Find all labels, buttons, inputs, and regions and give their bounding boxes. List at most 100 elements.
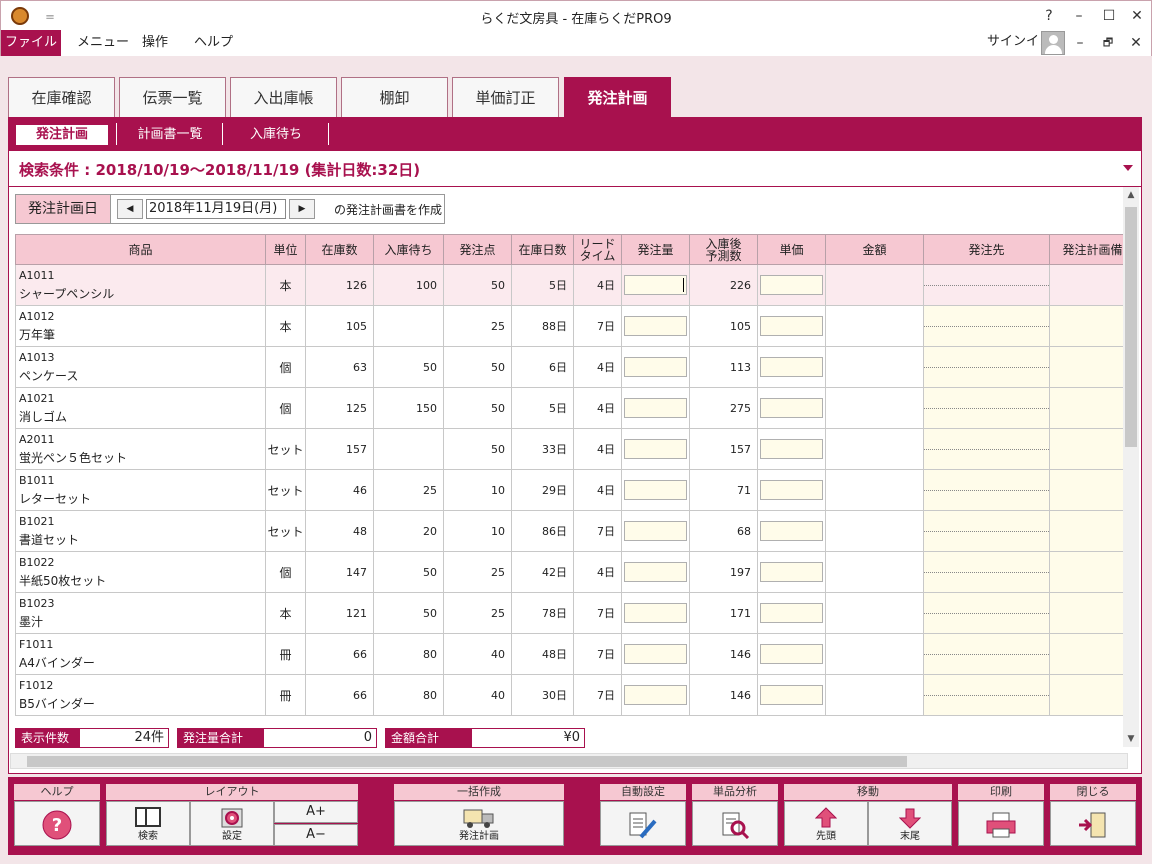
menu-menu[interactable]: メニュー [77,30,129,56]
order-qty-input[interactable] [624,521,687,541]
order-qty-input[interactable] [624,316,687,336]
col-header-lead-time[interactable]: リード タイム [573,234,622,265]
settings-button[interactable]: 設定 [190,801,274,846]
tab-order-plan[interactable]: 発注計画 [564,77,671,117]
close-button[interactable] [1050,801,1136,846]
help-icon[interactable]: ? [1039,6,1059,26]
horizontal-scrollbar[interactable] [10,753,1128,769]
unit-price-input[interactable] [760,521,823,541]
col-header-plan-memo[interactable]: 発注計画備 [1049,234,1125,265]
tab-price-correction[interactable]: 単価訂正 [452,77,559,117]
order-qty-input[interactable] [624,644,687,664]
move-first-button[interactable]: 先頭 [784,801,868,846]
unit-price-cell[interactable] [757,305,826,347]
supplier-cell[interactable] [923,428,1050,470]
menu-operation[interactable]: 操作 [142,30,168,56]
product-cell[interactable]: A1021 消しゴム [15,387,266,429]
unit-price-input[interactable] [760,480,823,500]
tab-stock-check[interactable]: 在庫確認 [8,77,115,117]
vertical-scroll-thumb[interactable] [1125,207,1137,447]
order-qty-cell[interactable] [621,510,690,552]
plan-memo-cell[interactable] [1049,387,1125,429]
table-row[interactable]: F1011 A4バインダー 冊 66 80 40 48日 7日 146 [15,633,1125,675]
unit-price-cell[interactable] [757,469,826,511]
menu-file[interactable]: ファイル [1,30,61,56]
product-cell[interactable]: A1013 ペンケース [15,346,266,388]
unit-price-cell[interactable] [757,387,826,429]
plan-memo-cell[interactable] [1049,346,1125,388]
table-row[interactable]: F1012 B5バインダー 冊 66 80 40 30日 7日 146 [15,674,1125,716]
doc-minimize-button[interactable]: – [1071,33,1089,53]
product-cell[interactable]: A1011 シャープペンシル [15,264,266,306]
doc-restore-button[interactable]: 🗗 [1099,33,1117,53]
unit-price-cell[interactable] [757,551,826,593]
col-header-amount[interactable]: 金額 [825,234,924,265]
plan-memo-cell[interactable] [1049,264,1125,306]
plan-memo-cell[interactable] [1049,510,1125,552]
unit-price-input[interactable] [760,603,823,623]
horizontal-scroll-thumb[interactable] [27,756,907,767]
table-row[interactable]: A1011 シャープペンシル 本 126 100 50 5日 4日 226 [15,264,1125,306]
unit-price-cell[interactable] [757,633,826,675]
product-cell[interactable]: F1011 A4バインダー [15,633,266,675]
unit-price-cell[interactable] [757,428,826,470]
col-header-stock[interactable]: 在庫数 [305,234,374,265]
supplier-cell[interactable] [923,387,1050,429]
order-qty-cell[interactable] [621,469,690,511]
col-header-unit[interactable]: 単位 [265,234,306,265]
col-header-forecast[interactable]: 入庫後 予測数 [689,234,758,265]
minimize-button[interactable]: – [1069,6,1089,26]
plan-memo-cell[interactable] [1049,551,1125,593]
supplier-cell[interactable] [923,510,1050,552]
unit-price-input[interactable] [760,357,823,377]
product-cell[interactable]: F1012 B5バインダー [15,674,266,716]
unit-price-input[interactable] [760,685,823,705]
col-header-order-qty[interactable]: 発注量 [621,234,690,265]
doc-close-button[interactable]: ✕ [1127,33,1145,53]
order-qty-input[interactable] [624,480,687,500]
order-qty-input[interactable] [624,685,687,705]
plan-memo-cell[interactable] [1049,428,1125,470]
menu-help[interactable]: ヘルプ [194,30,233,56]
order-qty-cell[interactable] [621,305,690,347]
scroll-up-icon[interactable]: ▲ [1123,187,1139,203]
table-row[interactable]: B1021 書道セット セット 48 20 10 86日 7日 68 [15,510,1125,552]
unit-price-cell[interactable] [757,510,826,552]
plan-date-input[interactable]: 2018年11月19日(月) [146,199,286,219]
unit-price-cell[interactable] [757,592,826,634]
unit-price-input[interactable] [760,562,823,582]
table-row[interactable]: A1021 消しゴム 個 125 150 50 5日 4日 275 [15,387,1125,429]
table-row[interactable]: B1023 墨汁 本 121 50 25 78日 7日 171 [15,592,1125,634]
supplier-cell[interactable] [923,551,1050,593]
supplier-cell[interactable] [923,592,1050,634]
order-qty-cell[interactable] [621,674,690,716]
col-header-product[interactable]: 商品 [15,234,266,265]
tab-slip-list[interactable]: 伝票一覧 [119,77,226,117]
order-qty-input[interactable] [624,603,687,623]
col-header-supplier[interactable]: 発注先 [923,234,1050,265]
date-next-button[interactable]: ▶ [289,199,315,219]
move-last-button[interactable]: 末尾 [868,801,952,846]
unit-price-input[interactable] [760,398,823,418]
subtab-order-plan[interactable]: 発注計画 [16,125,108,145]
order-qty-input[interactable] [624,562,687,582]
col-header-stock-days[interactable]: 在庫日数 [511,234,574,265]
order-qty-cell[interactable] [621,428,690,470]
unit-price-cell[interactable] [757,346,826,388]
avatar[interactable] [1041,31,1065,55]
order-qty-input[interactable] [624,398,687,418]
table-row[interactable]: A1012 万年筆本 105 25 88日 7日 105 [15,305,1125,347]
supplier-cell[interactable] [923,674,1050,716]
product-cell[interactable]: B1022 半紙50枚セット [15,551,266,593]
close-window-button[interactable]: ✕ [1127,6,1147,26]
search-layout-button[interactable]: 検索 [106,801,190,846]
col-header-unit-price[interactable]: 単価 [757,234,826,265]
unit-price-input[interactable] [760,644,823,664]
unit-price-cell[interactable] [757,674,826,716]
scroll-down-icon[interactable]: ▼ [1123,731,1139,747]
supplier-cell[interactable] [923,305,1050,347]
unit-price-input[interactable] [760,439,823,459]
supplier-cell[interactable] [923,633,1050,675]
col-header-waiting[interactable]: 入庫待ち [373,234,444,265]
bulk-order-plan-button[interactable]: 発注計画 [394,801,564,846]
